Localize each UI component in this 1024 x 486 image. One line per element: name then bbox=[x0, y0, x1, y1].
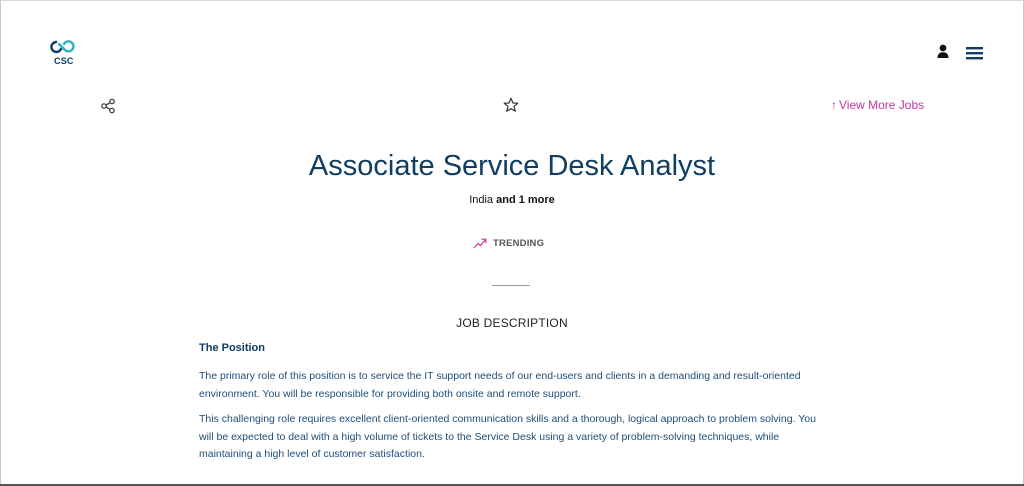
view-more-jobs-label: View More Jobs bbox=[839, 98, 925, 112]
hamburger-menu-icon[interactable] bbox=[966, 46, 983, 60]
position-heading: The Position bbox=[199, 342, 265, 354]
view-more-jobs-link[interactable]: ↑ View More Jobs bbox=[831, 98, 924, 112]
location-primary: India bbox=[469, 194, 494, 206]
csc-logo-mark-icon bbox=[50, 40, 75, 54]
csc-logo[interactable]: CSC bbox=[50, 40, 80, 68]
job-description-content: The Position The primary role of this po… bbox=[199, 342, 829, 472]
location-more-link[interactable]: and 1 more bbox=[496, 194, 555, 206]
star-icon[interactable] bbox=[503, 97, 519, 113]
logo-text: CSC bbox=[54, 56, 74, 66]
description-paragraph: The primary role of this position is to … bbox=[199, 370, 801, 400]
trending-badge: TRENDING bbox=[473, 238, 544, 249]
user-icon[interactable] bbox=[936, 44, 950, 59]
window-top-border bbox=[0, 0, 1024, 1]
share-icon[interactable] bbox=[100, 98, 116, 114]
job-location: India and 1 more bbox=[0, 194, 1024, 206]
job-title: Associate Service Desk Analyst bbox=[308, 150, 716, 182]
description-paragraph: This challenging role requires excellent… bbox=[199, 413, 816, 460]
job-description-heading: JOB DESCRIPTION bbox=[456, 316, 568, 330]
trending-label: TRENDING bbox=[493, 238, 545, 250]
arrow-up-icon: ↑ bbox=[831, 98, 837, 112]
section-divider bbox=[492, 285, 530, 286]
trending-up-icon bbox=[473, 238, 487, 249]
window-left-border bbox=[0, 0, 1, 486]
